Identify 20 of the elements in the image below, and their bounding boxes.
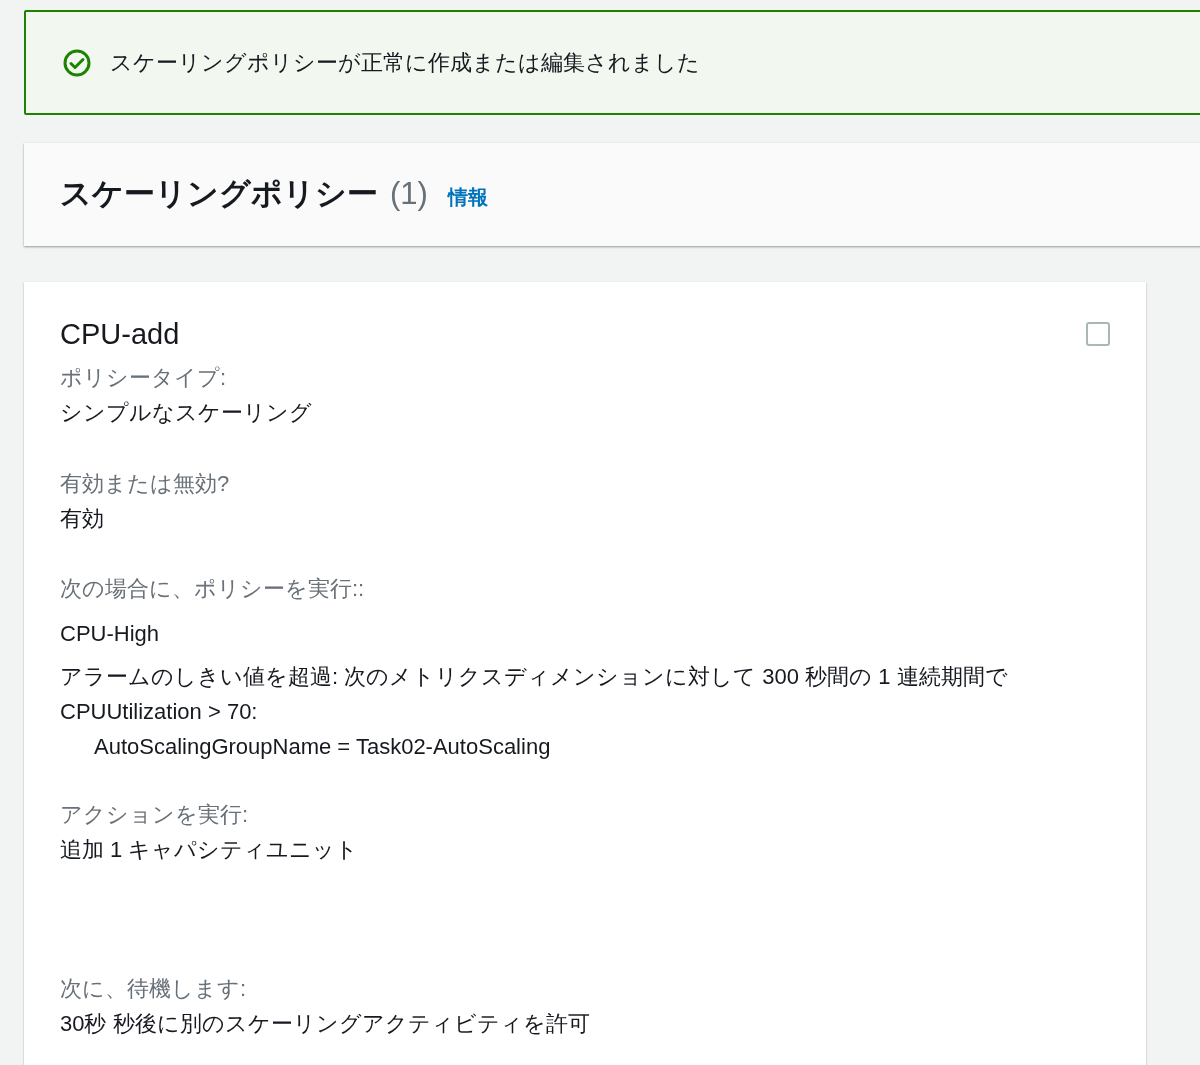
field-label: アクションを実行: [60,801,250,829]
section-title: スケーリングポリシー [60,175,378,214]
policy-name: CPU-add [60,317,180,352]
field-value: 30秒 秒後に別のスケーリングアクティビティを許可 [60,1010,591,1038]
alert-message: スケーリングポリシーが正常に作成または編集されました [110,49,700,77]
alarm-name: CPU-High [60,620,161,648]
policy-checkbox[interactable] [1086,322,1110,346]
field-label: ポリシータイプ: [60,364,228,392]
policy-count: (1) [390,175,428,214]
info-link[interactable]: 情報 [447,181,488,212]
field-label: 次の場合に、ポリシーを実行:: [60,575,366,603]
field-value: シンプルなスケーリング [60,399,313,427]
field-label: 次に、待機します: [60,975,248,1003]
metric-dimension: AutoScalingGroupName = Task02-AutoScaling [93,733,552,761]
check-circle-icon [62,47,92,78]
alarm-condition: CPUUtilization > 70: [60,698,259,726]
field-value: 追加 1 キャパシティユニット [60,836,360,864]
field-label: 有効または無効? [60,470,231,498]
field-value: 有効 [60,505,105,533]
alarm-description: アラームのしきい値を超過: 次のメトリクスディメンションに対して 300 秒間の 1 連続期間で [60,663,1009,691]
